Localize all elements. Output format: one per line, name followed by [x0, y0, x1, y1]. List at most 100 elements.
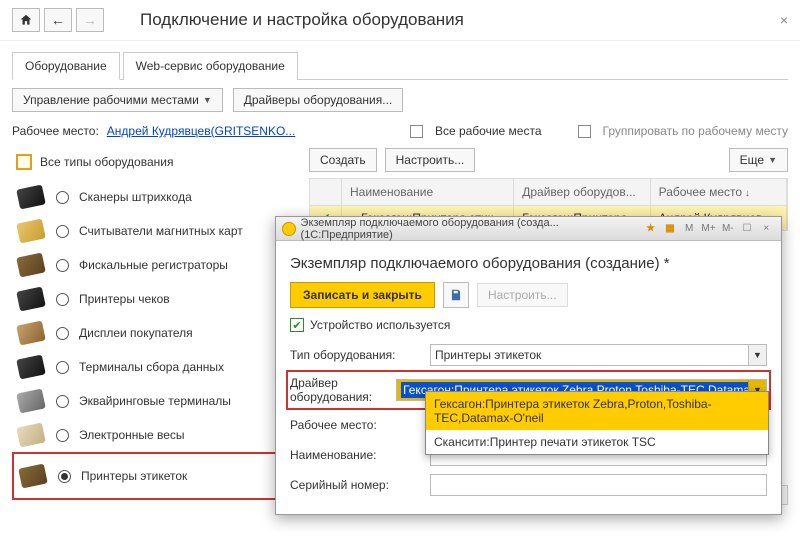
col-name[interactable]: Наименование [342, 179, 514, 205]
sidebar-item-fiscal[interactable]: Фискальные регистраторы [12, 248, 297, 282]
type-radio[interactable] [56, 259, 69, 272]
type-radio[interactable] [56, 225, 69, 238]
sidebar-item-data-terminal[interactable]: Терминалы сбора данных [12, 350, 297, 384]
workplace-link[interactable]: Андрей Кудрявцев(GRITSENKO... [107, 124, 295, 138]
scales-icon [16, 423, 46, 447]
serial-field-label: Серийный номер: [290, 478, 430, 492]
type-radio[interactable] [56, 429, 69, 442]
modal-titlebar[interactable]: Экземпляр подключаемого оборудования (со… [276, 217, 781, 241]
group-by-label: Группировать по рабочему месту [603, 124, 788, 138]
type-radio[interactable] [56, 327, 69, 340]
modal-actions: Записать и закрыть Настроить... [290, 282, 767, 308]
sidebar-item-label: Терминалы сбора данных [79, 360, 224, 374]
back-button[interactable]: ← [44, 8, 72, 32]
fav-icon[interactable]: ★ [642, 221, 659, 237]
modal-configure-button: Настроить... [477, 283, 568, 307]
type-radio[interactable] [58, 470, 71, 483]
more-button-label: Еще [740, 153, 764, 167]
field-serial: Серийный номер: [290, 474, 767, 496]
col-workplace[interactable]: Рабочее место [651, 179, 787, 205]
dropdown-icon[interactable]: ▼ [748, 345, 766, 365]
sidebar-item-scales[interactable]: Электронные весы [12, 418, 297, 452]
drivers-button[interactable]: Драйверы оборудования... [233, 88, 404, 112]
sidebar-item-label: Эквайринговые терминалы [79, 394, 231, 408]
workplaces-button[interactable]: Управление рабочими местами ▼ [12, 88, 223, 112]
driver-dropdown: Гексагон:Принтера этикеток Zebra,Proton,… [425, 391, 769, 455]
field-type: Тип оборудования: Принтеры этикеток ▼ [290, 344, 767, 366]
create-button[interactable]: Создать [309, 148, 377, 172]
driver-label: Драйвер оборудования: [290, 376, 396, 404]
caret-down-icon: ▼ [768, 155, 777, 165]
sidebar-item-label: Дисплеи покупателя [79, 326, 193, 340]
all-workplaces-checkbox[interactable] [410, 125, 423, 138]
window-x-icon[interactable]: × [758, 221, 775, 237]
all-types-label: Все типы оборудования [40, 155, 173, 169]
tab-equipment[interactable]: Оборудование [12, 52, 120, 80]
dropdown-item[interactable]: Скансити:Принтер печати этикеток TSC [426, 430, 768, 454]
table-header: Наименование Драйвер оборудов... Рабочее… [310, 179, 787, 206]
sidebar-item-receipt-printer[interactable]: Принтеры чеков [12, 282, 297, 316]
equipment-modal: Экземпляр подключаемого оборудования (со… [275, 216, 782, 515]
device-used-checkbox[interactable]: ✔ [290, 318, 304, 332]
label-printer-icon [18, 464, 48, 488]
sidebar-item-label: Сканеры штрихкода [79, 190, 192, 204]
sidebar-item-magcard[interactable]: Считыватели магнитных карт [12, 214, 297, 248]
scanner-icon [16, 185, 46, 209]
type-label: Тип оборудования: [290, 348, 430, 362]
modal-body: Экземпляр подключаемого оборудования (со… [276, 241, 781, 514]
printer-icon [16, 287, 46, 311]
col-driver[interactable]: Драйвер оборудов... [514, 179, 650, 205]
home-icon [19, 13, 33, 27]
close-icon[interactable]: × [780, 12, 788, 28]
workplace-row: Рабочее место: Андрей Кудрявцев(GRITSENK… [0, 120, 800, 148]
terminal-icon [16, 355, 46, 379]
main-tabs: Оборудование Web-сервис оборудование [12, 51, 788, 80]
dropdown-item[interactable]: Гексагон:Принтера этикеток Zebra,Proton,… [426, 392, 768, 430]
configure-button[interactable]: Настроить... [385, 148, 476, 172]
col-check[interactable] [310, 179, 342, 205]
type-radio[interactable] [56, 361, 69, 374]
app-1c-icon [282, 222, 296, 236]
content-toolbar: Создать Настроить... Еще ▼ [309, 148, 788, 172]
tab-web-service[interactable]: Web-сервис оборудование [123, 52, 298, 80]
type-radio[interactable] [56, 191, 69, 204]
toolbar: Управление рабочими местами ▼ Драйверы о… [0, 80, 800, 120]
diskette-icon [449, 288, 463, 302]
fiscal-icon [16, 253, 46, 277]
all-types-checkbox[interactable] [16, 154, 32, 170]
device-used-row[interactable]: ✔ Устройство используется [290, 318, 767, 332]
workplace-label: Рабочее место: [12, 124, 99, 138]
main-header: ← → Подключение и настройка оборудования [0, 0, 800, 41]
home-button[interactable] [12, 8, 40, 32]
m-icon[interactable]: M [681, 221, 698, 237]
sidebar-item-acquiring[interactable]: Эквайринговые терминалы [12, 384, 297, 418]
name-field-label: Наименование: [290, 448, 430, 462]
group-by-checkbox[interactable] [578, 125, 591, 138]
m-minus-icon[interactable]: M- [719, 221, 736, 237]
serial-input[interactable] [430, 474, 767, 496]
all-workplaces-label: Все рабочие места [435, 124, 542, 138]
type-select[interactable]: Принтеры этикеток ▼ [430, 344, 767, 366]
save-button[interactable] [443, 282, 469, 308]
window-close-icon[interactable]: ☐ [738, 221, 755, 237]
sidebar-item-display[interactable]: Дисплеи покупателя [12, 316, 297, 350]
sidebar-item-label: Электронные весы [79, 428, 185, 442]
display-icon [16, 321, 46, 345]
sidebar-item-barcode[interactable]: Сканеры штрихкода [12, 180, 297, 214]
more-button[interactable]: Еще ▼ [729, 148, 788, 172]
forward-button: → [76, 8, 104, 32]
sidebar-item-label-printer[interactable]: Принтеры этикеток [12, 452, 297, 500]
workplace-field-label: Рабочее место: [290, 418, 430, 432]
save-close-button[interactable]: Записать и закрыть [290, 282, 435, 308]
calc-icon[interactable]: ▦ [661, 221, 678, 237]
sidebar: Все типы оборудования Сканеры штрихкода … [12, 148, 297, 509]
m-plus-icon[interactable]: M+ [700, 221, 717, 237]
sidebar-item-label: Принтеры чеков [79, 292, 170, 306]
all-types-row[interactable]: Все типы оборудования [12, 148, 297, 176]
type-radio[interactable] [56, 293, 69, 306]
type-radio[interactable] [56, 395, 69, 408]
page-title: Подключение и настройка оборудования [140, 10, 464, 30]
caret-down-icon: ▼ [203, 95, 212, 105]
sidebar-item-label: Фискальные регистраторы [79, 258, 228, 272]
type-value: Принтеры этикеток [435, 348, 541, 362]
